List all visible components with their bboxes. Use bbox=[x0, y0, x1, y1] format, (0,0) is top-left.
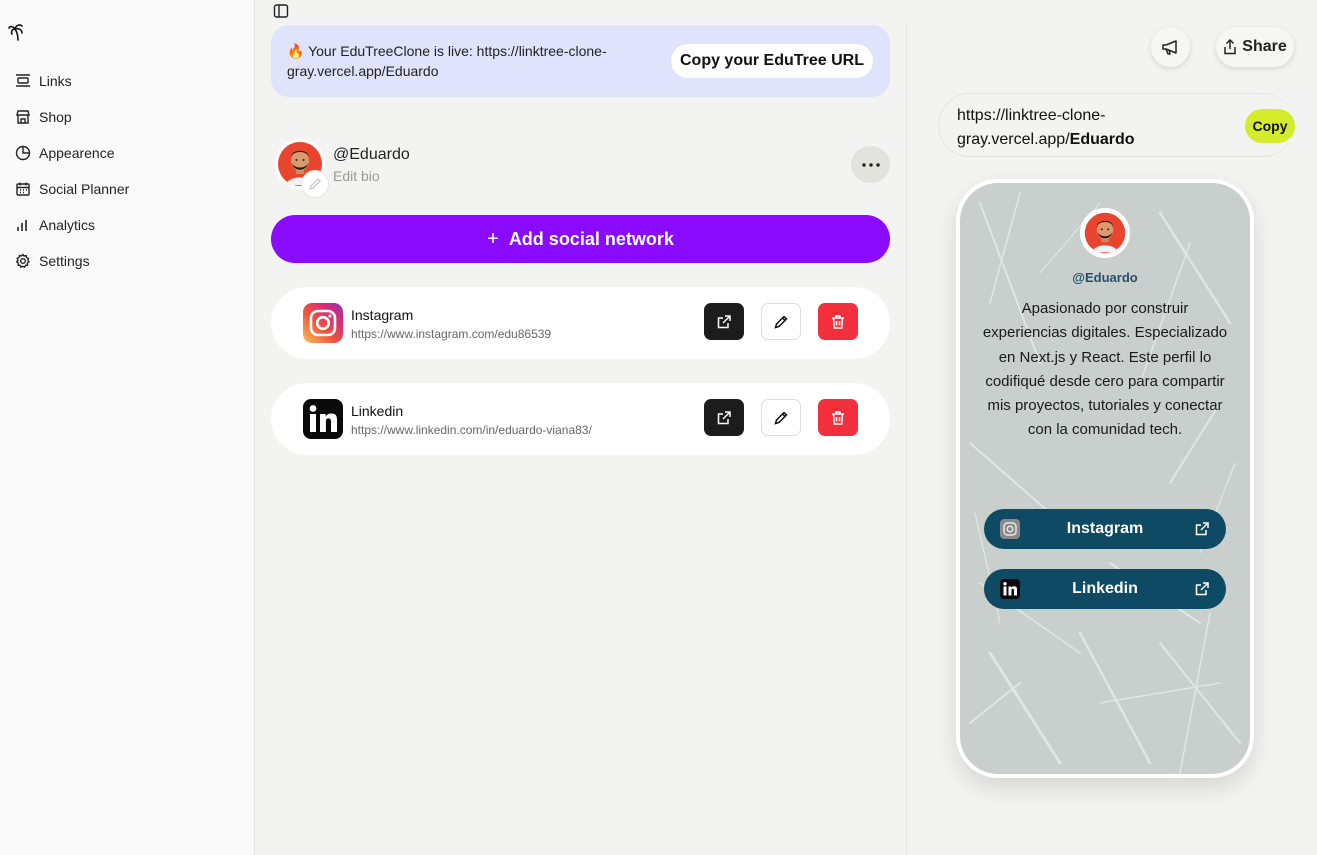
edit-avatar-button[interactable] bbox=[301, 170, 329, 198]
open-link-button[interactable] bbox=[704, 303, 744, 340]
sidebar-item-label: Analytics bbox=[39, 217, 96, 233]
shop-icon bbox=[15, 109, 31, 125]
sidebar-nav: Links Shop Appearence Social Planner Ana… bbox=[0, 63, 255, 279]
calendar-icon bbox=[15, 181, 31, 197]
more-dots-icon bbox=[861, 162, 880, 167]
edit-bio-link[interactable]: Edit bio bbox=[333, 168, 380, 184]
sidebar-item-analytics[interactable]: Analytics bbox=[0, 207, 255, 243]
profile-header: @Eduardo Edit bio bbox=[271, 135, 890, 201]
sidebar-item-settings[interactable]: Settings bbox=[0, 243, 255, 279]
add-social-network-button[interactable]: + Add social network bbox=[271, 215, 890, 263]
profile-url-box: https://linktree-clone-gray.vercel.app/E… bbox=[938, 93, 1295, 157]
edit-link-button[interactable] bbox=[761, 303, 801, 340]
sidebar-item-label: Settings bbox=[39, 253, 90, 269]
preview-link-label: Instagram bbox=[1066, 520, 1144, 537]
chart-icon bbox=[15, 217, 31, 233]
delete-link-button[interactable] bbox=[818, 303, 858, 340]
preview-link-label: Linkedin bbox=[1072, 580, 1138, 597]
phone-preview: @Eduardo Apasionado por construir experi… bbox=[956, 179, 1254, 778]
link-url: https://www.instagram.com/edu86539 bbox=[351, 327, 552, 341]
palette-icon bbox=[15, 145, 31, 161]
link-card-instagram: Instagram https://www.instagram.com/edu8… bbox=[271, 287, 890, 359]
share-icon bbox=[1224, 39, 1237, 55]
sidebar-item-appearence[interactable]: Appearence bbox=[0, 135, 255, 171]
linkedin-icon bbox=[1000, 579, 1020, 599]
copy-edutree-url-button[interactable]: Copy your EduTree URL bbox=[671, 44, 873, 78]
column-divider bbox=[906, 25, 907, 855]
open-link-button[interactable] bbox=[704, 399, 744, 436]
link-title: Linkedin bbox=[351, 403, 404, 419]
sidebar-item-links[interactable]: Links bbox=[0, 63, 255, 99]
gear-icon bbox=[15, 253, 31, 269]
profile-url[interactable]: https://linktree-clone-gray.vercel.app/E… bbox=[957, 104, 1197, 152]
link-url: https://www.linkedin.com/in/eduardo-vian… bbox=[351, 423, 592, 437]
more-options-button[interactable] bbox=[851, 146, 890, 183]
edit-link-button[interactable] bbox=[761, 399, 801, 436]
phone-screen: @Eduardo Apasionado por construir experi… bbox=[960, 183, 1250, 774]
megaphone-icon bbox=[1161, 40, 1177, 55]
external-link-icon bbox=[717, 314, 731, 328]
pencil-icon bbox=[774, 314, 788, 329]
profile-url-user: Eduardo bbox=[1069, 131, 1135, 148]
linkedin-icon bbox=[303, 399, 343, 439]
external-link-icon bbox=[717, 410, 731, 424]
sidebar-item-social-planner[interactable]: Social Planner bbox=[0, 171, 255, 207]
pencil-icon bbox=[308, 178, 321, 191]
link-title: Instagram bbox=[351, 307, 414, 323]
share-button[interactable]: Share bbox=[1216, 27, 1294, 67]
announcement-button[interactable] bbox=[1151, 27, 1190, 67]
share-label: Share bbox=[1242, 38, 1287, 55]
sidebar-item-label: Links bbox=[39, 73, 72, 89]
sidebar: Links Shop Appearence Social Planner Ana… bbox=[0, 0, 255, 855]
trash-icon bbox=[832, 314, 844, 329]
preview-avatar bbox=[1080, 208, 1130, 258]
preview-handle: @Eduardo bbox=[1072, 270, 1138, 285]
plus-icon: + bbox=[487, 227, 499, 250]
profile-handle: @Eduardo bbox=[333, 146, 410, 163]
delete-link-button[interactable] bbox=[818, 399, 858, 436]
sidebar-item-label: Appearence bbox=[39, 145, 115, 161]
copy-button[interactable]: Copy bbox=[1245, 109, 1295, 143]
preview-link-linkedin[interactable]: Linkedin bbox=[984, 569, 1226, 609]
instagram-icon bbox=[1000, 519, 1020, 539]
live-banner: 🔥 Your EduTreeClone is live: https://lin… bbox=[271, 25, 890, 97]
sidebar-toggle-icon[interactable] bbox=[273, 3, 289, 19]
palm-tree-logo-icon[interactable] bbox=[8, 22, 28, 42]
instagram-icon bbox=[303, 303, 343, 343]
links-icon bbox=[15, 73, 31, 89]
sidebar-item-label: Social Planner bbox=[39, 181, 130, 197]
link-card-linkedin: Linkedin https://www.linkedin.com/in/edu… bbox=[271, 383, 890, 455]
external-link-icon bbox=[1194, 581, 1210, 597]
trash-icon bbox=[832, 410, 844, 425]
pencil-icon bbox=[774, 410, 788, 425]
live-banner-text: 🔥 Your EduTreeClone is live: https://lin… bbox=[287, 43, 607, 79]
add-social-network-label: Add social network bbox=[508, 228, 674, 249]
preview-bio: Apasionado por construir experiencias di… bbox=[982, 300, 1228, 439]
sidebar-item-label: Shop bbox=[39, 109, 72, 125]
external-link-icon bbox=[1194, 521, 1210, 537]
preview-link-instagram[interactable]: Instagram bbox=[984, 509, 1226, 549]
sidebar-item-shop[interactable]: Shop bbox=[0, 99, 255, 135]
